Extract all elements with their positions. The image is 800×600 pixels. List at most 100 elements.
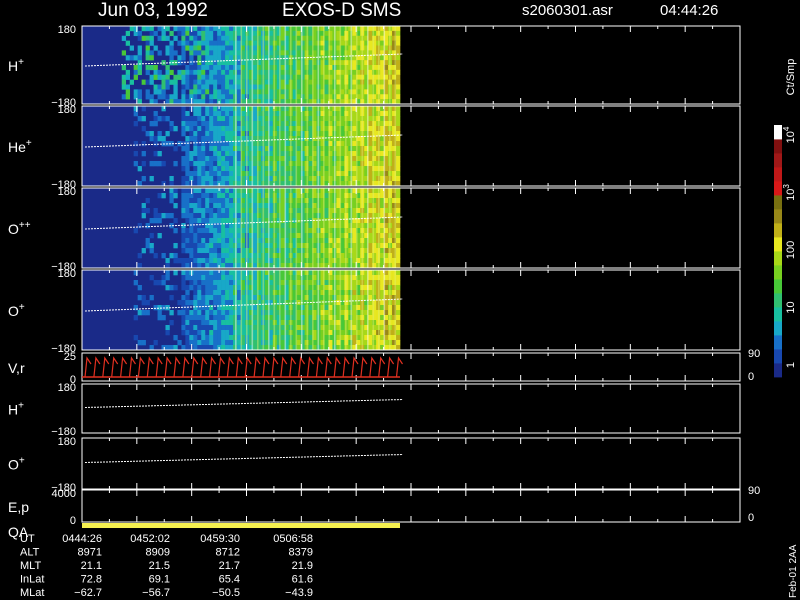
spectrogram-cell bbox=[296, 89, 301, 95]
spectrogram-cell bbox=[217, 290, 222, 296]
spectrogram-cell bbox=[225, 295, 230, 301]
spectrogram-cell bbox=[169, 40, 174, 46]
spectrogram-cell bbox=[193, 106, 198, 112]
spectrogram-cell bbox=[217, 335, 222, 341]
spectrogram-cell bbox=[296, 50, 301, 56]
spectrogram-stripe bbox=[257, 188, 259, 268]
spectrogram-cell bbox=[324, 315, 329, 321]
spectrogram-cell bbox=[352, 131, 357, 137]
spectrogram-cell bbox=[252, 26, 258, 32]
colorbar-segment bbox=[774, 209, 782, 224]
spectrogram-cell bbox=[181, 161, 186, 167]
spectrogram-cell bbox=[296, 320, 301, 326]
spectrogram-cell bbox=[324, 218, 329, 224]
spectrogram-cell bbox=[324, 84, 329, 90]
spectrogram-cell bbox=[280, 340, 286, 346]
spectrogram-cell bbox=[396, 238, 401, 244]
spectrogram-cell bbox=[125, 40, 130, 46]
spectrogram-cell bbox=[217, 310, 222, 316]
spectrogram-cell bbox=[229, 270, 234, 276]
spectrogram-cell bbox=[221, 188, 226, 194]
spectrogram-cell bbox=[396, 176, 401, 182]
spectrogram-cell bbox=[185, 156, 190, 162]
spectrogram-cell bbox=[280, 30, 286, 37]
spectrogram-cell bbox=[157, 89, 162, 95]
spectrogram-cell bbox=[368, 325, 373, 331]
spectrogram-cell bbox=[352, 203, 357, 209]
spectrogram-cell bbox=[169, 69, 174, 76]
spectrogram-stripe bbox=[328, 106, 331, 186]
spectrogram-cell bbox=[209, 310, 214, 316]
spectrogram-cell bbox=[157, 218, 162, 224]
spectrogram-cell bbox=[352, 330, 357, 336]
spectrogram-stripe bbox=[350, 270, 353, 350]
spectrogram-cell bbox=[201, 198, 206, 204]
spectrogram-cell bbox=[177, 340, 182, 346]
spectrogram-cell bbox=[396, 166, 401, 172]
spectrogram-stripe bbox=[306, 270, 309, 350]
spectrogram-cell bbox=[280, 111, 286, 117]
spectrogram-cell bbox=[125, 69, 130, 76]
spectrogram-cell bbox=[225, 136, 230, 142]
spectrogram-cell bbox=[296, 310, 301, 316]
spectrogram-cell bbox=[229, 131, 234, 137]
spectrogram-cell bbox=[205, 151, 210, 157]
spectrogram-cell bbox=[153, 111, 158, 117]
spectrogram-cell bbox=[125, 55, 130, 61]
spectrogram-cell bbox=[161, 116, 166, 122]
spectrogram-stripe bbox=[383, 270, 386, 350]
spectrogram-cell bbox=[217, 116, 222, 122]
table-cell: 8712 bbox=[216, 547, 240, 559]
spectrogram-cell bbox=[252, 94, 258, 100]
spectrogram-cell bbox=[396, 171, 401, 177]
spectrogram-stripe bbox=[367, 106, 369, 186]
spectrogram-cell bbox=[368, 305, 373, 311]
spectrogram-cell bbox=[352, 305, 357, 311]
spectrogram-cell bbox=[280, 203, 286, 209]
spectrogram-cell bbox=[181, 106, 186, 112]
spectrogram-cell bbox=[209, 121, 214, 127]
spectrogram-cell bbox=[173, 35, 178, 41]
spectrogram-cell bbox=[189, 131, 194, 137]
spectrogram-cell bbox=[193, 79, 198, 85]
spectrogram-cell bbox=[189, 65, 194, 71]
spectrogram-cell bbox=[193, 243, 198, 249]
spectrogram-cell bbox=[177, 26, 182, 32]
spectrogram-cell bbox=[181, 84, 186, 90]
spectrogram-cell bbox=[201, 315, 206, 321]
spectrogram-cell bbox=[368, 111, 373, 117]
spectrogram-cell bbox=[352, 238, 357, 244]
spectrogram-cell bbox=[209, 253, 214, 259]
spectrogram-cell bbox=[205, 94, 210, 100]
spectrogram-cell bbox=[169, 213, 174, 219]
spectrogram-cell bbox=[161, 35, 166, 41]
spectrogram-cell bbox=[169, 285, 174, 291]
spectrogram-stripe bbox=[295, 188, 298, 268]
spectrogram-cell bbox=[209, 161, 214, 167]
spectrogram-cell bbox=[169, 126, 174, 132]
spectrogram-cell bbox=[368, 218, 373, 224]
spectrogram-cell bbox=[189, 238, 194, 244]
spectrogram-cell bbox=[193, 290, 198, 296]
spectrogram-cell bbox=[252, 340, 258, 346]
spectrogram-cell bbox=[324, 203, 329, 209]
spectrogram-cell bbox=[324, 188, 329, 194]
spectrogram-cell bbox=[209, 340, 214, 346]
spectrogram-cell bbox=[213, 89, 218, 95]
spectrogram-cell bbox=[201, 30, 206, 37]
spectrogram-cell bbox=[252, 203, 258, 209]
spectrogram-cell bbox=[209, 171, 214, 177]
spectrogram-cell bbox=[205, 208, 210, 214]
spectrogram-cell bbox=[229, 106, 234, 112]
spectrogram-cell bbox=[189, 285, 194, 291]
spectrogram-cell bbox=[205, 280, 210, 286]
spectrogram-cell bbox=[225, 300, 230, 306]
spectrogram-cell bbox=[193, 300, 198, 306]
spectrogram-cell bbox=[197, 50, 202, 56]
spectrogram-cell bbox=[296, 275, 301, 281]
spectrogram-cell bbox=[368, 238, 373, 244]
spectrogram-stripe bbox=[394, 270, 397, 350]
spectrogram-cell bbox=[368, 300, 373, 306]
spectrogram-cell bbox=[181, 270, 186, 276]
spectrogram-cell bbox=[209, 208, 214, 214]
